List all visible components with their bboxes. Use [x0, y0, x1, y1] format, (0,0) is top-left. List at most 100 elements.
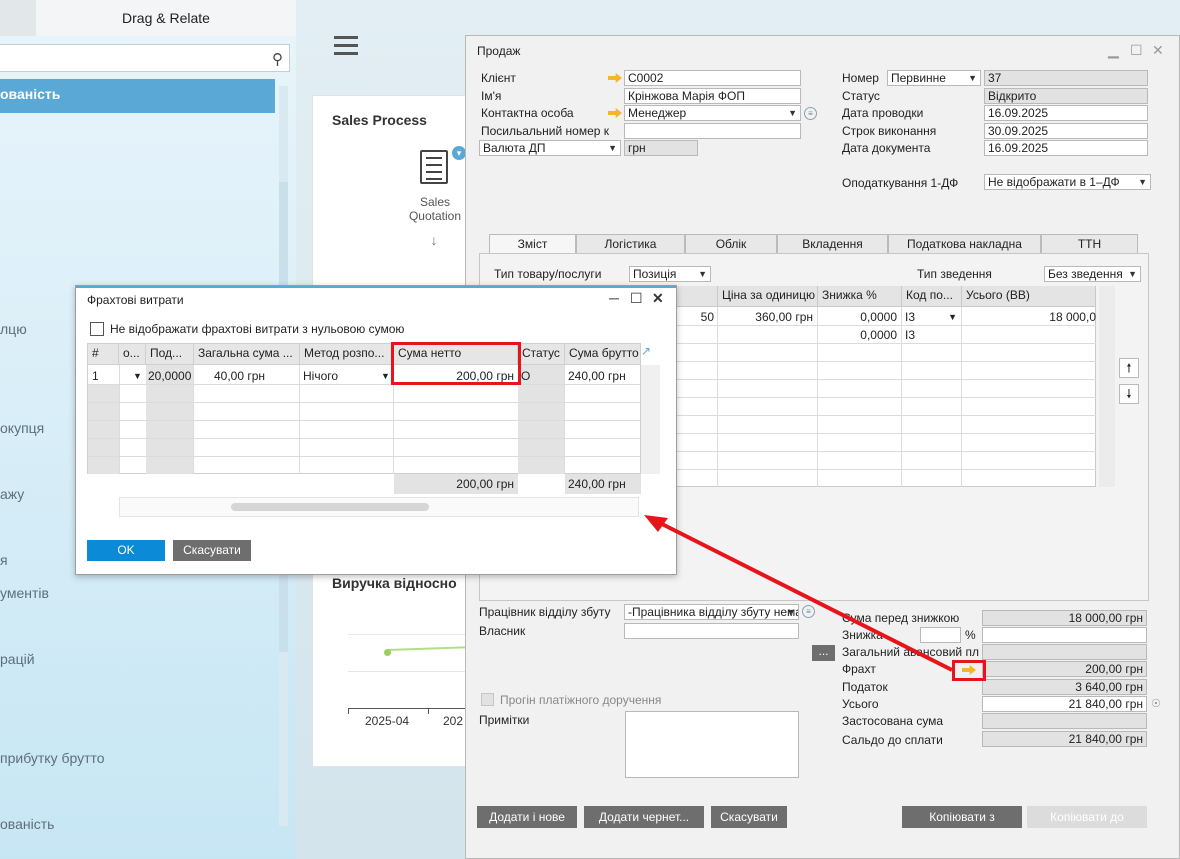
left-search-input[interactable]: ⚲ — [0, 44, 290, 72]
column-header[interactable]: Код по... — [902, 286, 962, 307]
annotation-arrow — [644, 515, 953, 672]
currency-info-icon[interactable]: ☉ — [1151, 697, 1161, 710]
series-select[interactable]: Первинне ▼ — [887, 70, 981, 86]
dropdown-icon[interactable]: ▼ — [948, 309, 957, 325]
grid-scrollbar[interactable] — [1099, 286, 1115, 487]
column-header[interactable]: # — [88, 344, 119, 365]
info-icon[interactable]: ≡ — [804, 107, 817, 120]
left-item[interactable]: ажу — [0, 486, 24, 502]
method-cell[interactable]: Нічого — [303, 368, 338, 384]
dropdown-icon[interactable]: ▼ — [381, 368, 390, 384]
dropdown-icon[interactable]: ▼ — [133, 368, 142, 384]
tab-logistics[interactable]: Логістика — [576, 234, 685, 254]
dropdown-icon[interactable]: ▼ — [608, 141, 617, 155]
status-field: Відкрито — [984, 88, 1148, 104]
x-tick-label: 202 — [443, 714, 464, 728]
left-item[interactable]: прибутку брутто — [0, 750, 105, 766]
copy-to-button[interactable]: Копіювати до — [1027, 806, 1147, 828]
horizontal-scrollbar-thumb[interactable] — [231, 503, 429, 511]
move-up-icon[interactable]: 🠕 — [1119, 358, 1139, 378]
doc-date-field[interactable]: 16.09.2025 — [984, 140, 1148, 156]
posting-date-field[interactable]: 16.09.2025 — [984, 105, 1148, 121]
name-field[interactable]: Крінжова Марія ФОП — [624, 88, 801, 104]
notes-label: Примітки — [479, 713, 530, 727]
grid-divider — [676, 325, 1096, 326]
notes-textarea[interactable] — [625, 711, 799, 778]
add-draft-button[interactable]: Додати чернет... — [584, 806, 704, 828]
column-header[interactable] — [676, 286, 718, 307]
tab-attachments[interactable]: Вкладення — [777, 234, 888, 254]
dropdown-icon[interactable]: ▼ — [968, 71, 977, 85]
left-item[interactable]: ументів — [0, 585, 49, 601]
left-item[interactable]: окупця — [0, 420, 44, 436]
column-header[interactable]: Сума брутто — [565, 344, 641, 365]
due-date-field[interactable]: 30.09.2025 — [984, 123, 1148, 139]
tax-code-cell[interactable]: I3 — [905, 327, 959, 343]
gridline — [348, 634, 468, 635]
column-header[interactable]: Знижка % — [818, 286, 902, 307]
left-selected-item[interactable]: ованість — [0, 79, 275, 113]
item-type-select[interactable]: Позиція ▼ — [629, 266, 711, 282]
column-header[interactable]: Под... — [146, 344, 194, 365]
payment-checkbox[interactable] — [481, 693, 494, 706]
move-down-icon[interactable]: 🠗 — [1119, 384, 1139, 404]
left-item[interactable]: ованість — [0, 816, 54, 832]
summary-type-select[interactable]: Без зведення ▼ — [1044, 266, 1141, 282]
dropdown-icon[interactable]: ▼ — [788, 106, 797, 120]
total-amount-cell[interactable]: 40,00 грн — [214, 368, 265, 384]
hide-zero-checkbox[interactable] — [90, 322, 104, 336]
ok-button[interactable]: OK — [87, 540, 165, 561]
tab-drag-and-relate[interactable]: Drag & Relate — [36, 0, 296, 36]
tax-amount-field: 3 640,00 грн — [982, 679, 1147, 695]
column-header[interactable]: Метод розпо... — [300, 344, 394, 365]
left-item[interactable]: лцю — [0, 321, 27, 337]
hamburger-menu-icon[interactable] — [334, 36, 358, 56]
dialog-grid-scrollbar[interactable] — [641, 365, 660, 474]
maximize-icon[interactable]: ☐ — [630, 290, 643, 307]
add-and-new-button[interactable]: Додати і нове — [477, 806, 577, 828]
contact-value: Менеджер — [628, 106, 687, 120]
tax-select[interactable]: Не відображати в 1–ДФ ▼ — [984, 174, 1151, 190]
tab-tax-invoice[interactable]: Податкова накладна — [888, 234, 1041, 254]
dropdown-icon[interactable]: ▼ — [1128, 267, 1137, 281]
document-icon[interactable] — [420, 150, 448, 184]
discount-cell[interactable]: 0,0000 — [820, 327, 897, 343]
qty-cell[interactable]: 50 — [676, 309, 714, 325]
cancel-button[interactable]: Скасувати — [711, 806, 787, 828]
chevron-down-icon[interactable]: ▾ — [452, 146, 466, 160]
tab-content[interactable]: Зміст — [489, 234, 576, 255]
dropdown-icon[interactable]: ▼ — [1138, 175, 1147, 189]
sales-quotation-label[interactable]: Sales Quotation — [400, 195, 470, 223]
column-header[interactable]: о... — [119, 344, 146, 365]
tab-accounting[interactable]: Облік — [685, 234, 777, 254]
reference-field[interactable] — [624, 123, 801, 139]
tab-ttn[interactable]: ТТН — [1041, 234, 1138, 254]
search-icon[interactable]: ⚲ — [272, 50, 283, 68]
left-item[interactable]: я — [0, 552, 8, 568]
copy-from-button[interactable]: Копіювати з — [902, 806, 1022, 828]
column-header[interactable]: Ціна за одиницю — [718, 286, 818, 307]
maximize-icon[interactable]: ☐ — [1130, 42, 1143, 59]
dialog-cancel-button[interactable]: Скасувати — [173, 540, 251, 561]
discount-amount-field[interactable] — [982, 627, 1147, 643]
total-cell[interactable]: 18 000,0 — [964, 309, 1096, 325]
column-header[interactable]: Статус — [518, 344, 565, 365]
client-field[interactable]: C0002 — [624, 70, 801, 86]
column-header[interactable]: Загальна сума ... — [194, 344, 300, 365]
close-icon[interactable]: ✕ — [652, 290, 664, 307]
expand-icon[interactable]: ↗ — [641, 344, 651, 358]
minimize-icon[interactable]: ▁ — [1108, 42, 1119, 59]
contact-select[interactable]: Менеджер ▼ — [624, 105, 801, 121]
minimize-icon[interactable]: ─ — [609, 290, 619, 306]
price-cell[interactable]: 360,00 грн — [720, 309, 813, 325]
discount-cell[interactable]: 0,0000 — [820, 309, 897, 325]
tax-code-cell[interactable]: I3 ▼ — [905, 309, 959, 325]
dialog-accent-bar — [76, 286, 676, 288]
dropdown-icon[interactable]: ▼ — [698, 267, 707, 281]
tab-menu[interactable] — [0, 0, 36, 36]
currency-type-select[interactable]: Валюта ДП ▼ — [479, 140, 621, 156]
column-header[interactable]: Усього (ВВ) — [962, 286, 1096, 307]
balance-due-label: Сальдо до сплати — [842, 733, 943, 747]
close-icon[interactable]: ✕ — [1152, 42, 1164, 59]
left-item[interactable]: рацій — [0, 651, 35, 667]
